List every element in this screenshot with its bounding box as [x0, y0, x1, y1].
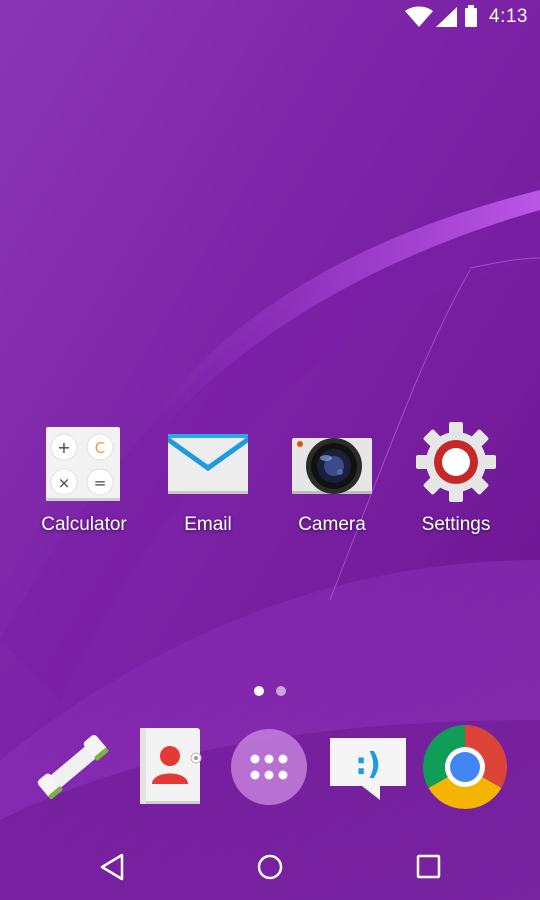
home-icon [257, 854, 283, 880]
app-label-camera: Camera [298, 514, 366, 535]
contacts-icon [140, 728, 202, 804]
messaging-glyph: :) [355, 747, 381, 782]
app-settings[interactable]: Settings [396, 420, 516, 550]
dock-phone[interactable] [28, 722, 118, 812]
page-dot-active [254, 686, 264, 696]
chrome-icon [422, 725, 508, 810]
dock-app-drawer[interactable] [224, 722, 314, 812]
calc-key-multiply: × [58, 474, 71, 492]
calc-key-clear: C [95, 439, 105, 457]
wifi-icon [405, 6, 433, 27]
dock-contacts[interactable] [126, 722, 216, 812]
calc-key-plus: + [57, 438, 70, 457]
app-email[interactable]: Email [148, 420, 268, 550]
app-camera[interactable]: Camera [272, 420, 392, 550]
page-indicator [0, 686, 540, 698]
app-calculator[interactable]: + C × = Calculator [24, 420, 144, 550]
dock-chrome[interactable] [420, 722, 510, 812]
app-label-calculator: Calculator [41, 514, 127, 535]
dock-messaging[interactable]: :) [322, 722, 412, 812]
battery-icon [465, 5, 477, 27]
messaging-icon: :) [330, 738, 406, 800]
calc-key-equals: = [94, 474, 107, 492]
page-dot-inactive [276, 686, 286, 696]
signal-icon [436, 7, 457, 27]
status-time: 4:13 [489, 6, 528, 27]
nav-recents-button[interactable] [406, 845, 450, 889]
settings-gear-icon [416, 420, 496, 506]
camera-icon [292, 420, 372, 506]
calculator-icon: + C × = [44, 420, 124, 506]
nav-back-button[interactable] [92, 845, 136, 889]
app-drawer-icon [231, 729, 307, 805]
nav-home-button[interactable] [248, 845, 292, 889]
phone-icon [37, 735, 109, 800]
status-bar: 4:13 [0, 0, 540, 36]
back-icon [100, 853, 124, 881]
app-label-email: Email [184, 514, 232, 535]
app-label-settings: Settings [421, 514, 491, 535]
email-icon [164, 420, 252, 506]
recents-icon [416, 854, 441, 879]
